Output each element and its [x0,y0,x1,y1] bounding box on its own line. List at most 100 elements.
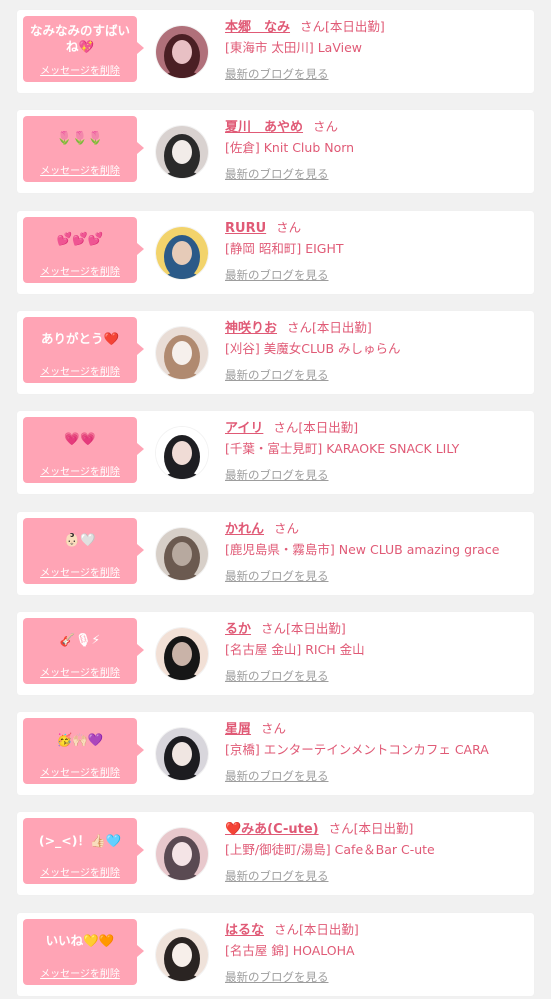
message-text: 🥳🙌🏻💜 [56,732,104,748]
avatar[interactable] [156,326,208,379]
latest-blog-link[interactable]: 最新のブログを見る [225,767,329,785]
shop-name: [刈谷] 美魔女CLUB みしゅらん [225,340,401,356]
cast-photo-6-icon [156,527,208,580]
latest-blog-link[interactable]: 最新のブログを見る [225,667,329,685]
cast-name-link[interactable]: 夏川 あやめ [225,120,303,135]
message-text: (>_<)！👍🏻🩵 [38,833,122,849]
message-bubble: なみなみのすばいね💖 メッセージを削除 [23,16,144,82]
cast-name-link[interactable]: 本郷 なみ [225,20,290,35]
message-text: なみなみのすばいね💖 [29,23,130,54]
cast-info: アイリ さん[本日出勤] [千葉・富士見町] KARAOKE SNACK LILY… [225,418,528,484]
avatar[interactable] [156,728,208,781]
cast-card: ありがとう❤️ メッセージを削除 神咲りお さん[本日出勤] [刈谷] 美魔女CL… [17,310,534,394]
cast-card: 👶🏻🤍 メッセージを削除 かれん さん [鹿児島県・霧島市] New CLUB a… [17,511,534,595]
cast-card: 🎸🎙⚡ メッセージを削除 るか さん[本日出勤] [名古屋 金山] RICH 金山… [17,611,534,695]
avatar[interactable] [156,828,208,881]
cast-name-link[interactable]: 神咲りお [225,321,277,336]
latest-blog-link[interactable]: 最新のブログを見る [225,867,329,885]
delete-message-link[interactable]: メッセージを削除 [23,764,137,779]
shop-name: [佐倉] Knit Club Norn [225,140,355,156]
shop-name: [上野/御徒町/湯島] Cafe＆Bar C-ute [225,842,435,858]
cast-name-link[interactable]: RURU [225,221,266,236]
cast-info: 夏川 あやめ さん [佐倉] Knit Club Norn 最新のブログを見る [225,117,528,183]
work-status: [本日出勤] [353,821,414,837]
honorific: さん [261,721,287,737]
cast-name-link[interactable]: アイリ [225,421,263,436]
delete-message-link[interactable]: メッセージを削除 [23,363,137,378]
delete-message-link[interactable]: メッセージを削除 [23,864,137,879]
cast-photo-5-icon [156,427,208,480]
cast-info: 星屑 さん [京橋] エンターテインメントコンカフェ CARA 最新のブログを見る [225,719,528,785]
latest-blog-link[interactable]: 最新のブログを見る [225,968,329,986]
message-text: 💕💕💕 [56,230,104,246]
cast-photo-4-icon [156,326,208,379]
delete-message-link[interactable]: メッセージを削除 [23,263,137,278]
message-text: 🎸🎙⚡ [59,631,101,647]
avatar[interactable] [156,26,208,78]
latest-blog-link[interactable]: 最新のブログを見る [225,165,329,183]
cast-card: (>_<)！👍🏻🩵 メッセージを削除 ❤️みあ(C-ute) さん[本日出勤] [… [17,812,534,896]
delete-message-link[interactable]: メッセージを削除 [23,965,137,980]
honorific: さん [313,119,339,135]
cast-photo-8-icon [156,728,208,781]
message-text: 💗💗 [64,431,96,447]
honorific: さん [287,319,313,335]
message-bubble: 👶🏻🤍 メッセージを削除 [23,517,144,584]
shop-name: [東海市 太田川] LaView [225,40,362,55]
cast-info: 本郷 なみ さん[本日出勤] [東海市 太田川] LaView 最新のブログを見る [225,17,528,83]
avatar[interactable] [156,126,208,179]
cast-photo-1-icon [156,26,208,78]
work-status: [本日出勤] [298,420,359,436]
avatar[interactable] [156,928,208,981]
cast-name-link[interactable]: はるな [225,923,264,938]
latest-blog-link[interactable]: 最新のブログを見る [225,466,329,484]
avatar[interactable] [156,226,208,279]
cast-info: RURU さん [静岡 昭和町] EIGHT 最新のブログを見る [225,218,528,284]
cast-name-link[interactable]: 星屑 [225,722,251,737]
delete-message-link[interactable]: メッセージを削除 [23,463,137,478]
work-status: [本日出勤] [312,319,372,335]
work-status: [本日出勤] [286,620,346,636]
cast-name-link[interactable]: かれん [225,522,264,537]
cast-info: るか さん[本日出勤] [名古屋 金山] RICH 金山 最新のブログを見る [225,619,528,685]
delete-message-link[interactable]: メッセージを削除 [23,664,137,679]
shop-name: [名古屋 錦] HOALOHA [225,942,355,958]
latest-blog-link[interactable]: 最新のブログを見る [225,266,329,284]
shop-name: [鹿児島県・霧島市] New CLUB amazing grace [225,541,500,557]
cast-photo-3-icon [156,226,208,279]
shop-name: [千葉・富士見町] KARAOKE SNACK LILY [225,441,460,457]
cast-card: なみなみのすばいね💖 メッセージを削除 本郷 なみ さん[本日出勤] [東海市 太… [17,10,534,93]
delete-message-link[interactable]: メッセージを削除 [23,162,137,177]
cast-photo-9-icon [156,828,208,881]
cast-card: 🥳🙌🏻💜 メッセージを削除 星屑 さん [京橋] エンターテインメントコンカフェ … [17,712,534,796]
cast-name-link[interactable]: るか [225,622,251,637]
avatar[interactable] [156,627,208,680]
work-status: [本日出勤] [299,921,359,937]
delete-message-link[interactable]: メッセージを削除 [23,564,137,579]
latest-blog-link[interactable]: 最新のブログを見る [225,567,329,585]
message-bubble: いいね💛🧡 メッセージを削除 [23,918,144,985]
latest-blog-link[interactable]: 最新のブログを見る [225,65,329,83]
cast-info: はるな さん[本日出勤] [名古屋 錦] HOALOHA 最新のブログを見る [225,920,528,986]
message-bubble: (>_<)！👍🏻🩵 メッセージを削除 [23,818,144,885]
honorific: さん [274,520,300,536]
avatar[interactable] [156,427,208,480]
delete-message-link[interactable]: メッセージを削除 [23,62,137,77]
cast-photo-10-icon [156,928,208,981]
cast-card: いいね💛🧡 メッセージを削除 はるな さん[本日出勤] [名古屋 錦] HOALO… [17,912,534,996]
cast-card: 🌷🌷🌷 メッセージを削除 夏川 あやめ さん [佐倉] Knit Club Nor… [17,110,534,194]
message-bubble: 🌷🌷🌷 メッセージを削除 [23,116,144,183]
message-bubble: 💕💕💕 メッセージを削除 [23,216,144,283]
latest-blog-link[interactable]: 最新のブログを見る [225,366,329,384]
message-text: ありがとう❤️ [40,330,120,346]
message-bubble: 🥳🙌🏻💜 メッセージを削除 [23,718,144,785]
cast-name-link[interactable]: ❤️みあ(C-ute) [225,822,319,837]
favorite-cast-list: なみなみのすばいね💖 メッセージを削除 本郷 なみ さん[本日出勤] [東海市 太… [0,0,551,999]
message-bubble: 🎸🎙⚡ メッセージを削除 [23,617,144,684]
honorific: さん [274,921,300,937]
work-status: [本日出勤] [325,19,385,34]
cast-photo-7-icon [156,627,208,680]
avatar[interactable] [156,527,208,580]
message-bubble: 💗💗 メッセージを削除 [23,417,144,484]
cast-card: 💗💗 メッセージを削除 アイリ さん[本日出勤] [千葉・富士見町] KARAOK… [17,411,534,495]
